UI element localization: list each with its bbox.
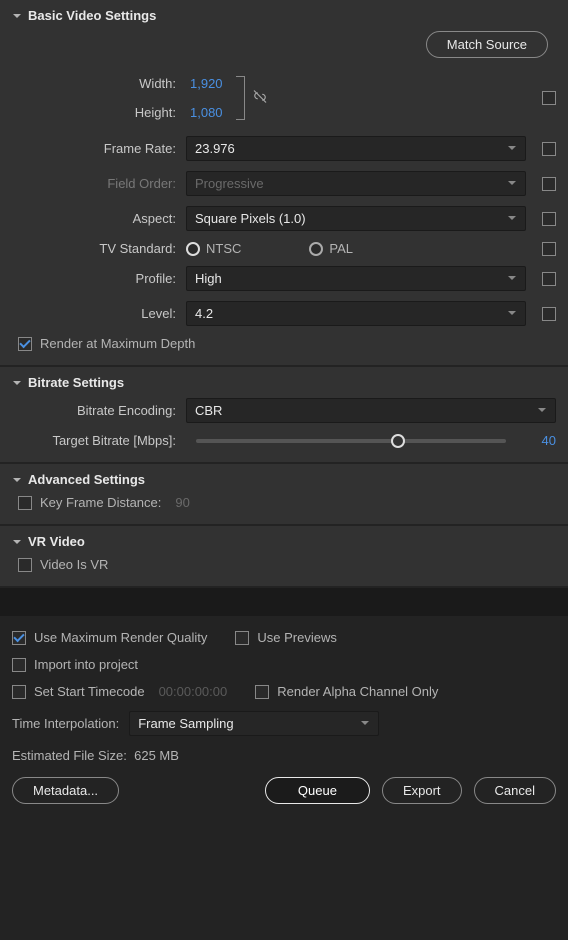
frame-rate-dropdown[interactable]: 23.976 [186,136,526,161]
chevron-down-icon [12,475,22,485]
target-bitrate-label: Target Bitrate [Mbps]: [16,433,186,448]
chevron-down-icon [507,176,517,191]
frame-rate-match-checkbox[interactable] [542,142,556,156]
render-max-depth-label: Render at Maximum Depth [40,336,195,351]
level-label: Level: [16,306,186,321]
bitrate-encoding-dropdown[interactable]: CBR [186,398,556,423]
chevron-down-icon [507,271,517,286]
aspect-label: Aspect: [16,211,186,226]
import-into-project-label: Import into project [34,657,138,672]
target-bitrate-slider[interactable] [196,439,506,443]
use-previews-label: Use Previews [257,630,336,645]
time-interpolation-dropdown[interactable]: Frame Sampling [129,711,379,736]
height-label: Height: [16,105,186,120]
tv-ntsc-radio[interactable]: NTSC [186,241,241,256]
section-title: Advanced Settings [28,472,145,487]
width-value[interactable]: 1,920 [186,76,223,91]
aspect-dropdown[interactable]: Square Pixels (1.0) [186,206,526,231]
set-start-timecode-label: Set Start Timecode [34,684,145,699]
unlink-icon[interactable] [251,88,269,109]
height-value[interactable]: 1,080 [186,105,223,120]
render-max-depth-checkbox[interactable] [18,337,32,351]
max-render-quality-checkbox[interactable] [12,631,26,645]
export-button[interactable]: Export [382,777,462,804]
estimated-size-label: Estimated File Size: [12,748,127,763]
section-vr[interactable]: VR Video [12,534,556,549]
profile-label: Profile: [16,271,186,286]
queue-button[interactable]: Queue [265,777,370,804]
tv-standard-label: TV Standard: [16,241,186,256]
use-previews-checkbox[interactable] [235,631,249,645]
aspect-match-checkbox[interactable] [542,212,556,226]
width-label: Width: [16,76,186,91]
frame-rate-label: Frame Rate: [16,141,186,156]
time-interpolation-label: Time Interpolation: [12,716,119,731]
tv-pal-radio[interactable]: PAL [309,241,353,256]
chevron-down-icon [360,716,370,731]
video-is-vr-label: Video Is VR [40,557,108,572]
chevron-down-icon [12,378,22,388]
section-title: Bitrate Settings [28,375,124,390]
max-render-quality-label: Use Maximum Render Quality [34,630,207,645]
tv-match-checkbox[interactable] [542,242,556,256]
section-bitrate[interactable]: Bitrate Settings [12,375,556,390]
start-timecode-value: 00:00:00:00 [159,684,228,699]
section-title: VR Video [28,534,85,549]
section-basic-video[interactable]: Basic Video Settings [12,8,556,23]
import-into-project-checkbox[interactable] [12,658,26,672]
section-advanced[interactable]: Advanced Settings [12,472,556,487]
estimated-size-value: 625 MB [134,748,179,763]
metadata-button[interactable]: Metadata... [12,777,119,804]
cancel-button[interactable]: Cancel [474,777,556,804]
chevron-down-icon [12,11,22,21]
level-dropdown[interactable]: 4.2 [186,301,526,326]
set-start-timecode-checkbox[interactable] [12,685,26,699]
profile-dropdown[interactable]: High [186,266,526,291]
render-alpha-label: Render Alpha Channel Only [277,684,438,699]
bitrate-encoding-label: Bitrate Encoding: [16,403,186,418]
render-alpha-checkbox[interactable] [255,685,269,699]
field-order-label: Field Order: [16,176,186,191]
keyframe-distance-value: 90 [175,495,189,510]
section-title: Basic Video Settings [28,8,156,23]
chevron-down-icon [537,403,547,418]
field-order-match-checkbox[interactable] [542,177,556,191]
chevron-down-icon [507,141,517,156]
keyframe-distance-checkbox[interactable] [18,496,32,510]
field-order-dropdown: Progressive [186,171,526,196]
profile-match-checkbox[interactable] [542,272,556,286]
target-bitrate-value[interactable]: 40 [516,433,556,448]
slider-thumb[interactable] [391,434,405,448]
wh-match-checkbox[interactable] [542,91,556,105]
keyframe-distance-label: Key Frame Distance: [40,495,161,510]
chevron-down-icon [507,211,517,226]
match-source-button[interactable]: Match Source [426,31,548,58]
chevron-down-icon [507,306,517,321]
level-match-checkbox[interactable] [542,307,556,321]
video-is-vr-checkbox[interactable] [18,558,32,572]
chevron-down-icon [12,537,22,547]
